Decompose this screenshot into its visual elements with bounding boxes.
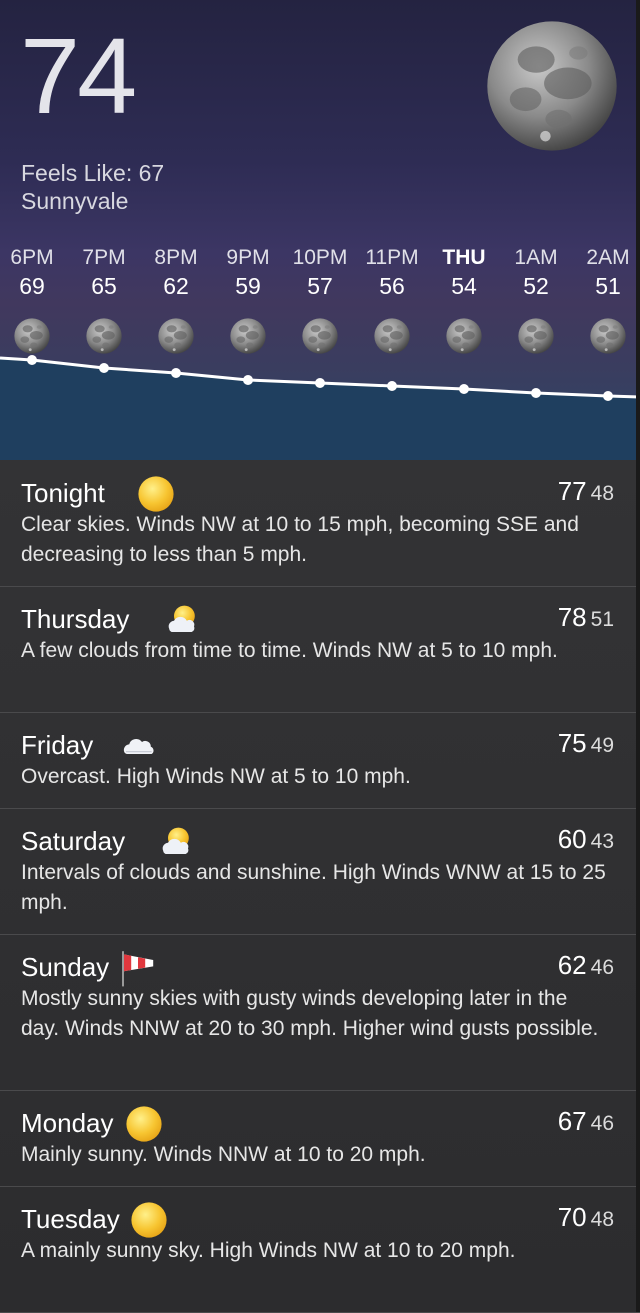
hour-temperature: 52 — [523, 273, 549, 299]
curve-point — [243, 375, 253, 385]
hour-time-label: 2AM — [586, 246, 630, 269]
day-low-temperature: 43 — [590, 830, 614, 853]
sun-icon — [124, 1104, 164, 1144]
hour-temperature: 56 — [379, 273, 405, 299]
day-temperature-range: 75 49 — [558, 728, 614, 759]
hour-time-label: 6PM — [10, 246, 54, 269]
current-conditions-panel: 74 Feels Like: 67 Sunnyvale 6PM690%7PM65… — [0, 0, 640, 460]
windsock-icon — [118, 948, 158, 988]
curve-point — [387, 381, 397, 391]
hour-temperature: 62 — [163, 273, 189, 299]
cloud-icon — [118, 726, 158, 766]
moon-icon — [486, 20, 618, 152]
hour-temperature: 69 — [19, 273, 45, 299]
day-low-temperature: 51 — [590, 608, 614, 631]
day-high-temperature: 60 — [557, 824, 587, 854]
day-forecast-row: Tuesday 70 48 A mainly sunny sky. High Wind… — [0, 1186, 640, 1313]
day-low-temperature: 46 — [590, 1112, 614, 1135]
hour-time-label: 9PM — [226, 246, 270, 269]
day-low-temperature: 49 — [590, 734, 614, 757]
day-forecast-row: Monday 67 46 Mainly sunny. Winds NNW at 10 … — [0, 1090, 640, 1187]
day-high-temperature: 62 — [557, 950, 587, 980]
day-name: Tonight — [21, 478, 105, 508]
curve-point — [531, 388, 541, 398]
partly-cloudy-icon — [162, 600, 202, 640]
curve-point — [603, 391, 613, 401]
current-temperature: 74 — [20, 15, 137, 136]
hour-temperature: 51 — [595, 273, 621, 299]
hour-time-label: 11PM — [365, 246, 419, 269]
day-name: Saturday — [21, 826, 126, 856]
hour-time-label: THU — [442, 246, 486, 269]
curve-point — [99, 363, 109, 373]
day-high-temperature: 67 — [557, 1106, 587, 1136]
hour-time-label: 7PM — [82, 246, 126, 269]
day-low-temperature: 48 — [590, 482, 614, 505]
hour-temperature: 65 — [91, 273, 117, 299]
daily-forecast-list: Tonight 77 48 Clear skies. Winds NW at 10 t… — [0, 460, 640, 1313]
day-description: Mostly sunny skies with gusty winds deve… — [21, 987, 599, 1040]
day-temperature-range: 62 46 — [558, 950, 614, 981]
day-description: Clear skies. Winds NW at 10 to 15 mph, b… — [21, 513, 579, 566]
curve-point — [27, 355, 37, 365]
feels-like-label: Feels Like: 67 — [21, 160, 165, 186]
sun-icon — [129, 1200, 169, 1240]
day-forecast-row: Sunday 62 46 Mostly sunny skies with gusty … — [0, 934, 640, 1091]
curve-point — [459, 384, 469, 394]
window-edge — [636, 0, 640, 1312]
hour-temperature: 57 — [307, 273, 333, 299]
day-temperature-range: 67 46 — [558, 1106, 614, 1137]
hour-time-label: 8PM — [154, 246, 198, 269]
day-name: Tuesday — [21, 1204, 120, 1234]
day-high-temperature: 77 — [557, 476, 587, 506]
day-description: Intervals of clouds and sunshine. High W… — [21, 861, 606, 914]
day-name: Thursday — [21, 604, 130, 634]
day-low-temperature: 48 — [590, 1208, 614, 1231]
day-description: Overcast. High Winds NW at 5 to 10 mph. — [21, 765, 411, 788]
day-description: Mainly sunny. Winds NNW at 10 to 20 mph. — [21, 1143, 426, 1166]
day-high-temperature: 75 — [557, 728, 587, 758]
hour-time-label: 10PM — [292, 246, 348, 269]
curve-point — [171, 368, 181, 378]
partly-cloudy-icon — [156, 822, 196, 862]
day-high-temperature: 78 — [557, 602, 587, 632]
hour-temperature: 59 — [235, 273, 261, 299]
day-temperature-range: 60 43 — [558, 824, 614, 855]
curve-point — [315, 378, 325, 388]
day-name: Friday — [21, 730, 94, 760]
day-description: A few clouds from time to time. Winds NW… — [21, 639, 558, 662]
temperature-curve-fill — [0, 358, 640, 460]
day-temperature-range: 70 48 — [558, 1202, 614, 1233]
day-forecast-row: Tonight 77 48 Clear skies. Winds NW at 10 t… — [0, 460, 640, 587]
day-forecast-row: Saturday 60 43 Intervals of clouds and suns… — [0, 808, 640, 935]
temperature-curve — [0, 355, 640, 460]
day-high-temperature: 70 — [557, 1202, 587, 1232]
day-forecast-row: Friday 75 49 Overcast. High Winds NW at 5 t… — [0, 712, 640, 809]
hour-temperature: 54 — [451, 273, 477, 299]
location-label: Sunnyvale — [21, 188, 129, 214]
sun-icon — [136, 474, 176, 514]
day-temperature-range: 77 48 — [558, 476, 614, 507]
day-name: Sunday — [21, 952, 110, 982]
day-forecast-row: Thursday 78 51 A few clouds from time to ti… — [0, 586, 640, 713]
day-low-temperature: 46 — [590, 956, 614, 979]
day-temperature-range: 78 51 — [558, 602, 614, 633]
day-description: A mainly sunny sky. High Winds NW at 10 … — [21, 1239, 516, 1262]
hour-time-label: 1AM — [514, 246, 558, 269]
day-name: Monday — [21, 1108, 114, 1138]
